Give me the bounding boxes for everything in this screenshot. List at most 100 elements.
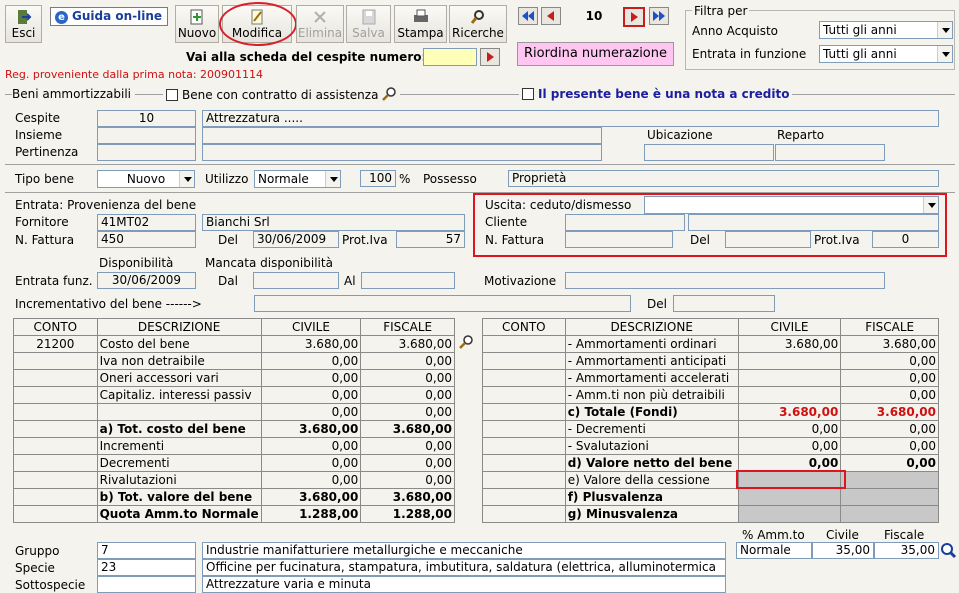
specie-code[interactable]: 23 (97, 559, 196, 576)
table-cell[interactable]: 1.288,00 (260, 505, 362, 523)
table-cell[interactable]: 3.680,00 (840, 335, 939, 353)
elimina-button[interactable]: Elimina (296, 5, 344, 43)
sottospecie-code[interactable] (97, 576, 196, 593)
table-cell[interactable]: b) Tot. valore del bene (96, 488, 262, 506)
table-cell[interactable]: 0,00 (260, 471, 362, 489)
anno-select[interactable]: Tutti gli anni (819, 21, 953, 39)
table-cell[interactable] (482, 437, 566, 455)
table-cell[interactable]: 0,00 (360, 454, 455, 472)
vai-go-button[interactable] (480, 48, 500, 66)
table-cell[interactable]: Capitaliz. interessi passiv (96, 386, 262, 404)
amm-civile[interactable]: 35,00 (812, 542, 874, 559)
prev-record-button[interactable] (541, 7, 561, 25)
table-cell[interactable] (13, 420, 98, 438)
table-cell[interactable]: 0,00 (737, 420, 842, 438)
table-cell[interactable]: 3.680,00 (360, 488, 455, 506)
table-cell[interactable] (13, 488, 98, 506)
table-cell[interactable]: - Ammortamenti anticipati (564, 352, 739, 370)
utilizzo-select[interactable]: Normale (254, 170, 341, 188)
table-cell[interactable] (737, 369, 842, 387)
n-fattura-field[interactable]: 450 (97, 231, 196, 248)
table-cell[interactable] (482, 488, 566, 506)
tipo-bene-select[interactable]: Nuovo (97, 170, 195, 188)
table-cell[interactable]: - Ammortamenti ordinari (564, 335, 739, 353)
contratto-checkbox[interactable]: Bene con contratto di assistenza (163, 87, 401, 102)
pertinenza-code[interactable] (97, 144, 196, 161)
nota-credito-checkbox[interactable]: Il presente bene è una nota a credito (519, 87, 793, 101)
table-cell[interactable]: 0,00 (260, 437, 362, 455)
dal-field[interactable] (253, 272, 339, 289)
stampa-button[interactable]: Stampa (394, 5, 447, 43)
table-cell[interactable] (13, 386, 98, 404)
table-cell[interactable]: 0,00 (360, 369, 455, 387)
gruppo-descr[interactable]: Industrie manifatturiere metallurgiche e… (202, 542, 726, 559)
salva-button[interactable]: Salva (346, 5, 391, 43)
table-cell[interactable]: 0,00 (360, 403, 455, 421)
magnifier-icon[interactable] (381, 87, 397, 101)
table-cell[interactable]: 3.680,00 (260, 420, 362, 438)
table-cell[interactable]: 0,00 (737, 437, 842, 455)
uscita-select[interactable] (644, 196, 939, 214)
table-cell[interactable] (482, 352, 566, 370)
table-cell[interactable] (13, 471, 98, 489)
table-cell[interactable]: 3.680,00 (360, 335, 455, 353)
table-cell[interactable]: 0,00 (840, 454, 939, 472)
table-cell[interactable]: 3.680,00 (737, 335, 842, 353)
table-cell[interactable] (737, 488, 842, 506)
possesso-field[interactable]: Proprietà (508, 170, 939, 187)
table-cell[interactable] (482, 369, 566, 387)
magnifier-icon[interactable] (940, 542, 957, 559)
uscita-fattura-field[interactable] (565, 231, 673, 248)
table-cell[interactable]: a) Tot. costo del bene (96, 420, 262, 438)
table-cell[interactable]: Incrementi (96, 437, 262, 455)
table-cell[interactable] (482, 420, 566, 438)
table-cell[interactable] (840, 505, 939, 523)
table-cell[interactable]: 3.680,00 (360, 420, 455, 438)
nuovo-button[interactable]: Nuovo (175, 5, 219, 43)
table-cell[interactable] (482, 335, 566, 353)
fornitore-code[interactable]: 41MT02 (97, 214, 196, 231)
guida-online-button[interactable]: e Guida on-line (50, 7, 168, 26)
table-cell[interactable]: 0,00 (840, 369, 939, 387)
entrata-funz-field[interactable]: 30/06/2009 (97, 272, 196, 289)
table-cell[interactable]: - Amm.ti non più detraibili (564, 386, 739, 404)
incrementativo-field[interactable] (254, 295, 631, 312)
table-cell[interactable]: 0,00 (360, 437, 455, 455)
amm-tipo[interactable]: Normale (736, 542, 812, 559)
table-cell[interactable]: 0,00 (260, 403, 362, 421)
table-cell[interactable] (737, 386, 842, 404)
table-cell[interactable]: 21200 (13, 335, 98, 353)
motivazione-field[interactable] (565, 272, 885, 289)
riordina-button[interactable]: Riordina numerazione (517, 42, 674, 66)
table-cell[interactable] (737, 352, 842, 370)
table-cell[interactable]: c) Totale (Fondi) (564, 403, 739, 421)
table-cell[interactable]: f) Plusvalenza (564, 488, 739, 506)
table-cell[interactable] (13, 505, 98, 523)
table-cell[interactable]: 0,00 (260, 386, 362, 404)
vai-input[interactable] (423, 48, 477, 66)
uscita-prot-field[interactable]: 0 (872, 231, 939, 248)
prot-iva-field[interactable]: 57 (396, 231, 465, 248)
al-field[interactable] (361, 272, 455, 289)
uscita-del-field[interactable] (725, 231, 811, 248)
table-cell[interactable] (482, 454, 566, 472)
ricerche-button[interactable]: Ricerche (449, 5, 507, 43)
table-cell[interactable]: 0,00 (840, 437, 939, 455)
table-cell[interactable] (13, 352, 98, 370)
table-cell[interactable]: 0,00 (260, 454, 362, 472)
table-cell[interactable]: 0,00 (360, 352, 455, 370)
last-record-button[interactable] (649, 7, 669, 25)
table-cell[interactable]: - Decrementi (564, 420, 739, 438)
table-cell[interactable]: 0,00 (840, 386, 939, 404)
table-cell[interactable]: - Ammortamenti accelerati (564, 369, 739, 387)
table-cell[interactable]: 3.680,00 (260, 488, 362, 506)
table-cell[interactable] (482, 386, 566, 404)
table-cell[interactable]: Oneri accessori vari (96, 369, 262, 387)
gruppo-code[interactable]: 7 (97, 542, 196, 559)
table-cell[interactable]: Iva non detraibile (96, 352, 262, 370)
table-cell[interactable] (482, 505, 566, 523)
table-cell[interactable]: 3.680,00 (737, 403, 842, 421)
table-cell[interactable]: d) Valore netto del bene (564, 454, 739, 472)
table-cell[interactable]: 0,00 (260, 352, 362, 370)
table-cell[interactable]: - Svalutazioni (564, 437, 739, 455)
